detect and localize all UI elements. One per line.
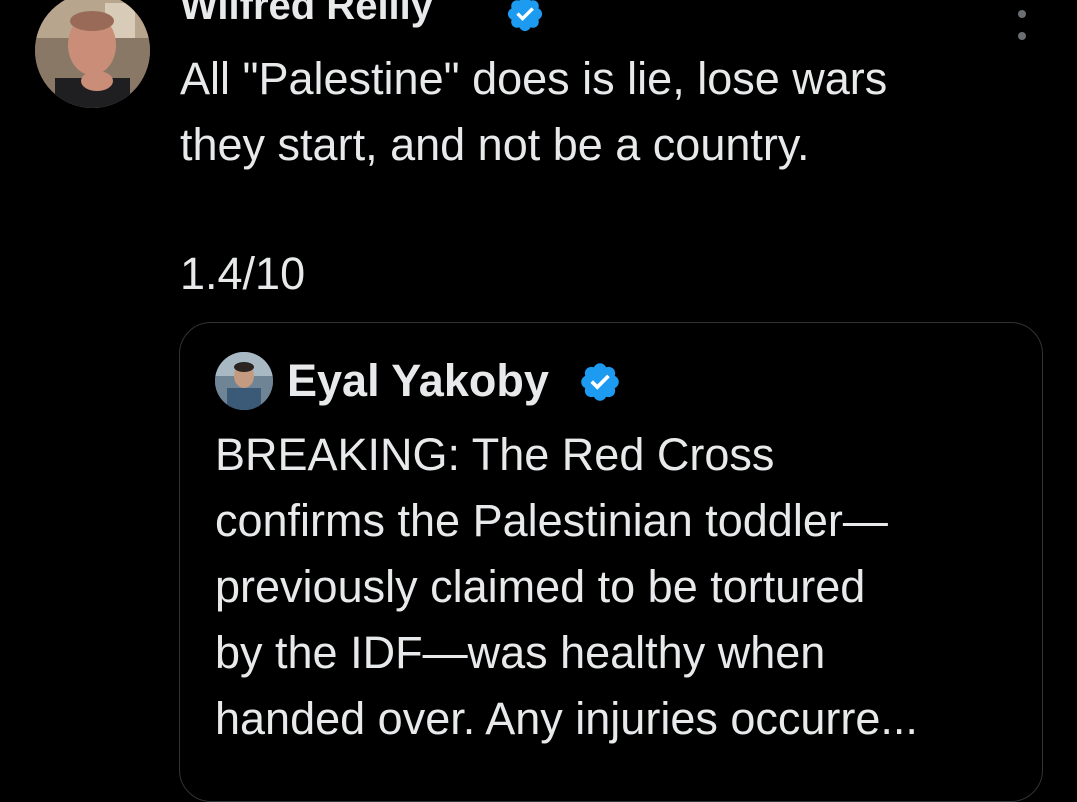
more-dot bbox=[1018, 32, 1026, 40]
quoted-author-name[interactable]: Eyal Yakoby bbox=[287, 353, 549, 409]
author-avatar-image bbox=[35, 0, 150, 108]
more-dot bbox=[1018, 10, 1026, 18]
verified-badge-icon bbox=[505, 0, 545, 34]
author-avatar[interactable] bbox=[35, 0, 150, 108]
tweet-text: All "Palestine" does is lie, lose wars t… bbox=[180, 53, 888, 170]
tweet-rating-text: 1.4/10 bbox=[180, 248, 306, 299]
quoted-tweet-text: BREAKING: The Red Cross confirms the Pal… bbox=[215, 429, 918, 744]
quoted-verified-badge-icon bbox=[578, 360, 622, 404]
quoted-avatar-image bbox=[215, 352, 273, 410]
more-vertical-icon[interactable] bbox=[1010, 10, 1034, 40]
quoted-author-avatar[interactable] bbox=[215, 352, 273, 410]
author-name[interactable]: Wilfred Reilly bbox=[180, 0, 433, 30]
